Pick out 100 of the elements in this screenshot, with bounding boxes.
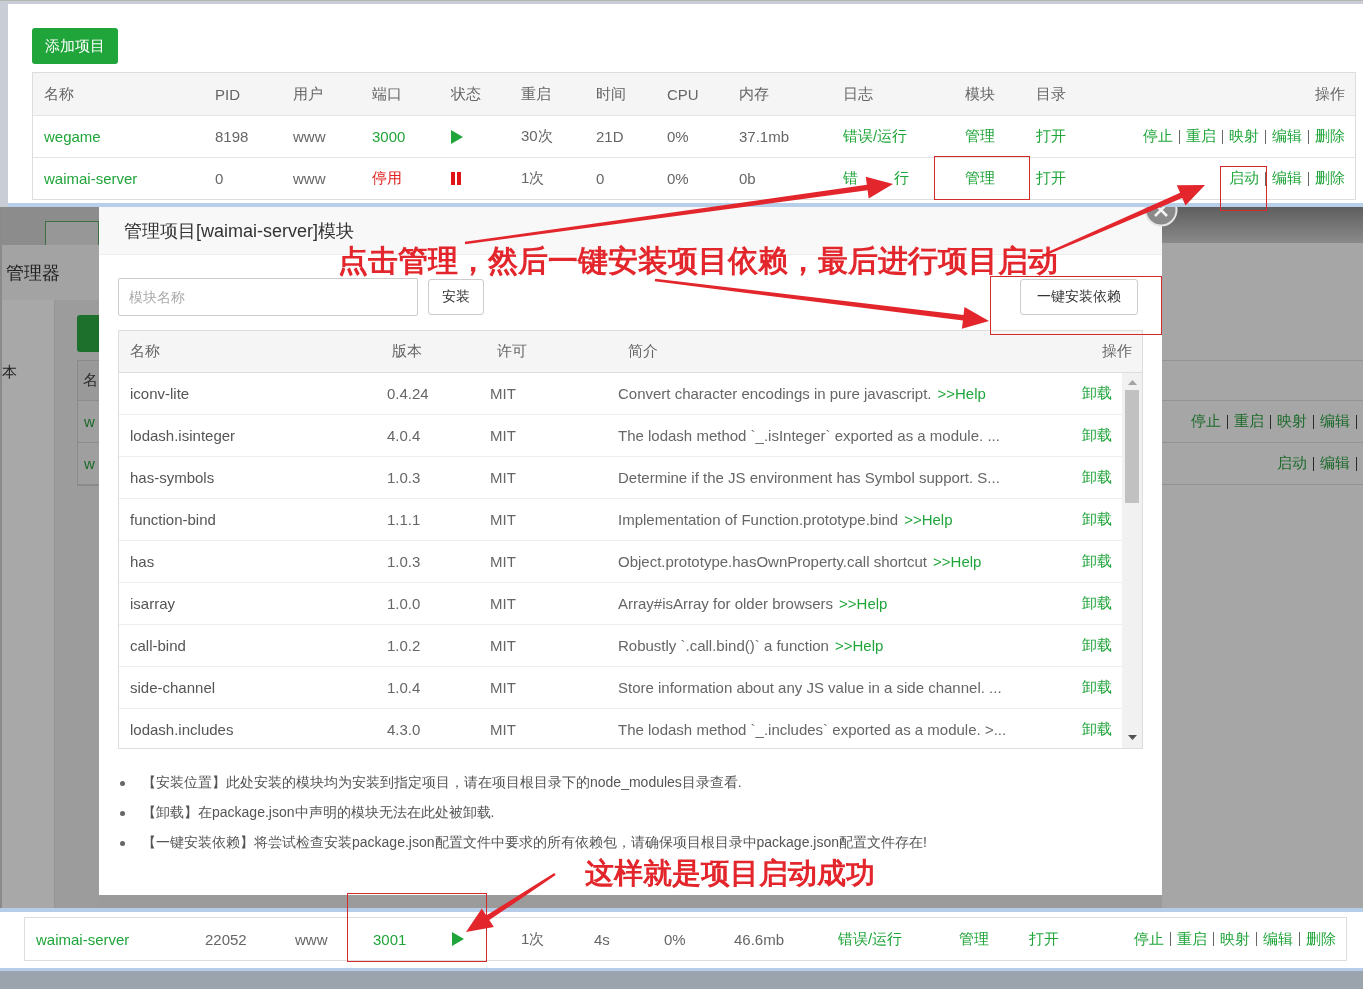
- help-link[interactable]: >>Help: [904, 511, 953, 528]
- project-name-link[interactable]: waimai-server: [36, 930, 130, 948]
- modal-title: 管理项目[waimai-server]模块: [124, 219, 355, 243]
- description-cell: Array#isArray for older browsers >>Help: [618, 595, 888, 612]
- uptime-cell: 0: [596, 170, 605, 187]
- scrollbar-thumb[interactable]: [1125, 390, 1139, 503]
- action-link[interactable]: 停止: [1143, 127, 1173, 146]
- uninstall-link[interactable]: 卸载: [1082, 678, 1112, 697]
- column-header: 简介: [628, 342, 658, 361]
- note-text: 【卸载】在package.json中声明的模块无法在此处被卸载.: [142, 804, 495, 822]
- description-cell: The lodash method `_.includes` exported as a module. >...: [618, 721, 1007, 738]
- instruction-text: 点击管理，然后一键安装项目依赖，最后进行项目启动: [338, 246, 1058, 276]
- note-text: 【安装位置】此处安装的模块均为安装到指定项目，请在项目根目录下的node_modules目录查看.: [142, 774, 742, 792]
- memory-cell: 0b: [739, 170, 756, 187]
- description-cell: Implementation of Function.prototype.bind >>Help: [618, 511, 953, 528]
- action-link[interactable]: 编辑: [1263, 929, 1293, 949]
- log-link[interactable]: 错误/运行: [843, 127, 908, 146]
- background-button[interactable]: [45, 221, 99, 245]
- sidebar-item[interactable]: 本: [2, 363, 17, 382]
- scroll-up-icon[interactable]: [1127, 380, 1137, 385]
- version-cell: 0.4.24: [387, 385, 429, 402]
- uninstall-link[interactable]: 卸载: [1082, 426, 1112, 445]
- description-cell: The lodash method `_.isInteger` exported as a module. ...: [618, 427, 1000, 444]
- module-name-cell: lodash.isinteger: [130, 427, 236, 444]
- user-cell: www: [293, 128, 326, 145]
- manage-link[interactable]: 管理: [965, 169, 995, 188]
- license-cell: MIT: [490, 469, 516, 486]
- play-icon[interactable]: [451, 129, 463, 144]
- action-link[interactable]: 停止: [1191, 412, 1221, 431]
- action-link[interactable]: 编辑: [1320, 454, 1350, 473]
- action-link[interactable]: 编辑: [1272, 127, 1302, 146]
- page-title: 管理器: [6, 261, 60, 285]
- project-name-link[interactable]: wegame: [44, 128, 101, 145]
- uninstall-link[interactable]: 卸载: [1082, 636, 1112, 655]
- module-name-cell: call-bind: [130, 637, 186, 654]
- version-cell: 1.0.2: [387, 637, 421, 654]
- uninstall-link[interactable]: 卸载: [1082, 468, 1112, 487]
- action-link[interactable]: 启动: [1277, 454, 1307, 473]
- action-link[interactable]: 删除: [1315, 169, 1345, 188]
- action-link[interactable]: 停止: [1134, 929, 1164, 949]
- action-link[interactable]: 编辑: [1320, 412, 1350, 431]
- action-link[interactable]: 重启: [1234, 412, 1264, 431]
- action-link[interactable]: 映射: [1229, 127, 1259, 146]
- pause-icon[interactable]: [451, 172, 461, 185]
- open-folder-link[interactable]: 打开: [1036, 127, 1066, 146]
- column-header: PID: [215, 85, 240, 103]
- help-link[interactable]: >>Help: [933, 553, 982, 570]
- column-header: 用户: [293, 84, 323, 104]
- action-link[interactable]: 重启: [1186, 127, 1216, 146]
- help-link[interactable]: >>Help: [839, 595, 888, 612]
- manage-link[interactable]: 管理: [959, 929, 989, 949]
- column-header: 端口: [372, 84, 402, 104]
- project-name-link[interactable]: waimai-server: [44, 170, 138, 187]
- uninstall-link[interactable]: 卸载: [1082, 552, 1112, 571]
- license-cell: MIT: [490, 511, 516, 528]
- manage-link[interactable]: 管理: [965, 127, 995, 146]
- port-link[interactable]: 停用: [372, 169, 402, 188]
- action-link[interactable]: 启动: [1229, 169, 1259, 188]
- open-folder-link[interactable]: 打开: [1036, 169, 1066, 188]
- action-link[interactable]: 删除: [1306, 929, 1336, 949]
- module-name-input[interactable]: 模块名称: [118, 278, 418, 316]
- install-dependencies-button[interactable]: 一键安装依赖: [1020, 279, 1138, 315]
- scrollbar[interactable]: [1122, 373, 1142, 748]
- cpu-cell: 0%: [667, 170, 689, 187]
- column-header: 重启: [521, 84, 551, 104]
- action-link[interactable]: 映射: [1220, 929, 1250, 949]
- log-link[interactable]: 错误/运行: [838, 929, 903, 949]
- description-cell: Object.prototype.hasOwnProperty.call shortcut >>Help: [618, 553, 982, 570]
- scroll-down-icon[interactable]: [1127, 735, 1137, 740]
- play-icon[interactable]: [452, 932, 464, 946]
- uninstall-link[interactable]: 卸载: [1082, 510, 1112, 529]
- user-cell: www: [295, 930, 328, 948]
- port-link[interactable]: 3001: [373, 930, 407, 948]
- description-cell: Robustly `.call.bind()` a function >>Help: [618, 637, 884, 654]
- memory-cell: 46.6mb: [734, 930, 785, 948]
- uptime-cell: 21D: [596, 128, 624, 145]
- action-link[interactable]: 编辑: [1272, 169, 1302, 188]
- help-link[interactable]: >>Help: [937, 385, 986, 402]
- column-header: 版本: [392, 342, 422, 361]
- cpu-cell: 0%: [664, 930, 686, 948]
- uninstall-link[interactable]: 卸载: [1082, 720, 1112, 739]
- restart-count-cell: 1次: [521, 169, 545, 188]
- uninstall-link[interactable]: 卸载: [1082, 384, 1112, 403]
- project-name-link[interactable]: w: [84, 455, 95, 472]
- action-link[interactable]: 删除: [1315, 127, 1345, 146]
- cpu-cell: 0%: [667, 128, 689, 145]
- column-header: 名称: [130, 342, 160, 361]
- uninstall-link[interactable]: 卸载: [1082, 594, 1112, 613]
- version-cell: 1.0.3: [387, 469, 421, 486]
- install-button[interactable]: 安装: [428, 279, 484, 315]
- project-name-link[interactable]: w: [84, 413, 95, 430]
- column-header: 许可: [497, 342, 527, 361]
- open-folder-link[interactable]: 打开: [1029, 929, 1059, 949]
- port-link[interactable]: 3000: [372, 128, 406, 145]
- note-text: 【一键安装依赖】将尝试检查安装package.json配置文件中要求的所有依赖包，请确保项目根目录中package.json配置文件存在!: [142, 834, 927, 852]
- action-link[interactable]: 映射: [1277, 412, 1307, 431]
- log-link[interactable]: 错 行: [843, 169, 910, 188]
- help-link[interactable]: >>Help: [834, 637, 884, 654]
- action-link[interactable]: 重启: [1177, 929, 1207, 949]
- add-project-button[interactable]: 添加项目: [32, 28, 118, 64]
